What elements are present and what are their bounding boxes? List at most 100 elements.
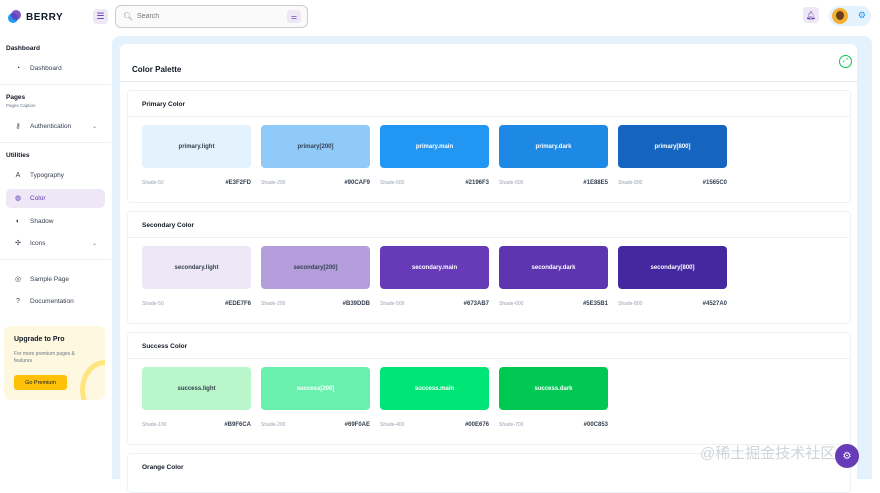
palette-icon: ◍: [14, 194, 22, 202]
upgrade-card: Upgrade to Pro For more premium pages & …: [4, 326, 105, 400]
shade-label: Shade-500: [380, 180, 405, 186]
top-bar: BERRY ☰ 🔍︎ ⚌ 🔔︎ ⚙: [0, 0, 880, 36]
color-swatch[interactable]: success.dark: [499, 367, 608, 410]
section-title: Success Color: [142, 343, 188, 350]
divider: [0, 259, 111, 260]
section-title: Primary Color: [142, 101, 185, 108]
notification-button[interactable]: 🔔︎: [803, 7, 819, 23]
sidebar-item-dashboard[interactable]: ◔ Dashboard: [6, 59, 105, 78]
divider: [128, 116, 850, 117]
hex-value: #673AB7: [463, 301, 489, 307]
upgrade-title: Upgrade to Pro: [14, 336, 65, 343]
shade-label: Shade-200: [261, 180, 286, 186]
sidebar-item-label: Typography: [30, 172, 64, 179]
swatch-meta: Shade-200 #69F0AE: [261, 422, 370, 428]
hex-value: #1E88E5: [583, 180, 608, 186]
color-swatch[interactable]: success[200]: [261, 367, 370, 410]
sidebar-group-title: Pages: [6, 94, 26, 101]
profile-menu[interactable]: ⚙: [829, 6, 871, 26]
shade-label: Shade-400: [380, 422, 405, 428]
color-swatch[interactable]: primary.light: [142, 125, 251, 168]
shade-label: Shade-600: [499, 180, 524, 186]
color-swatch[interactable]: secondary.light: [142, 246, 251, 289]
search-icon: 🔍︎: [123, 11, 134, 21]
swatch-meta: Shade-200 #B39DDB: [261, 301, 370, 307]
sidebar-item-icons[interactable]: ✣ Icons ⌄: [6, 234, 105, 253]
hex-value: #69F0AE: [344, 422, 370, 428]
hex-value: #B39DDB: [342, 301, 370, 307]
help-icon: ?: [16, 297, 20, 305]
sidebar-item-typography[interactable]: A Typography: [6, 166, 105, 185]
palette-section: Success Color success.light Shade-100 #B9F6…: [127, 332, 851, 445]
sidebar-item-documentation[interactable]: ? Documentation: [6, 292, 105, 311]
hex-value: #00E676: [464, 422, 489, 428]
brand-logo[interactable]: BERRY: [8, 8, 63, 26]
swatch-meta: Shade-800 #1565C0: [618, 180, 727, 186]
shade-label: Shade-700: [499, 422, 524, 428]
color-swatch[interactable]: primary[200]: [261, 125, 370, 168]
tune-icon[interactable]: ⚌: [287, 10, 301, 23]
color-swatch-card: primary[800] Shade-800 #1565C0: [618, 125, 728, 193]
swatch-meta: Shade-50 #E3F2FD: [142, 180, 251, 186]
swatch-meta: Shade-100 #B9F6CA: [142, 422, 251, 428]
color-swatch[interactable]: secondary[800]: [618, 246, 727, 289]
hex-value: #E3F2FD: [225, 180, 251, 186]
color-swatch[interactable]: primary[800]: [618, 125, 727, 168]
color-swatch[interactable]: secondary[200]: [261, 246, 370, 289]
divider: [0, 142, 111, 143]
palette-section: Primary Color primary.light Shade-50 #E3F2F…: [127, 90, 851, 203]
swatch-meta: Shade-50 #EDE7F6: [142, 301, 251, 307]
shade-label: Shade-600: [499, 301, 524, 307]
color-swatch[interactable]: secondary.dark: [499, 246, 608, 289]
watermark: @稀土掘金技术社区: [700, 445, 836, 462]
color-swatch[interactable]: primary.main: [380, 125, 489, 168]
section-title: Orange Color: [142, 464, 184, 471]
decorative-arc: [80, 360, 105, 400]
color-swatch[interactable]: success.light: [142, 367, 251, 410]
color-swatch-card: primary.dark Shade-600 #1E88E5: [499, 125, 609, 193]
color-swatch-card: success[200] Shade-200 #69F0AE: [261, 367, 371, 435]
sidebar-item-sample-page[interactable]: ◎ Sample Page: [6, 270, 105, 289]
hex-value: #90CAF9: [344, 180, 370, 186]
sidebar-item-label: Dashboard: [30, 65, 62, 72]
sidebar: Dashboard ◔ Dashboard Pages Pages Captio…: [0, 36, 111, 479]
bell-icon: 🔔︎: [805, 10, 817, 20]
sidebar-item-authentication[interactable]: ⚷ Authentication ⌄: [6, 117, 105, 136]
color-swatch[interactable]: success.main: [380, 367, 489, 410]
color-swatch-card: secondary.light Shade-50 #EDE7F6: [142, 246, 252, 314]
swatch-meta: Shade-500 #2196F3: [380, 180, 489, 186]
color-swatch-card: primary.light Shade-50 #E3F2FD: [142, 125, 252, 193]
hex-value: #5E35B1: [582, 301, 608, 307]
swatch-meta: Shade-200 #90CAF9: [261, 180, 370, 186]
logo-icon: [8, 10, 22, 24]
menu-toggle-button[interactable]: ☰: [93, 9, 108, 24]
go-premium-button[interactable]: Go Premium: [14, 375, 67, 390]
swatch-meta: Shade-600 #1E88E5: [499, 180, 608, 186]
menu-icon: ☰: [96, 11, 105, 21]
color-swatch[interactable]: secondary.main: [380, 246, 489, 289]
key-icon: ⚷: [15, 122, 21, 130]
color-swatch-card: secondary[800] Shade-800 #4527A0: [618, 246, 728, 314]
avatar: [832, 8, 848, 24]
color-swatch-card: secondary[200] Shade-200 #B39DDB: [261, 246, 371, 314]
dashboard-icon: ◔: [15, 64, 21, 72]
customize-fab[interactable]: ⚙: [835, 444, 859, 468]
link-icon[interactable]: ⤢: [839, 55, 852, 68]
brand-name: BERRY: [26, 11, 64, 23]
sidebar-item-shadow[interactable]: ◐ Shadow: [6, 212, 105, 231]
sidebar-group-caption: Pages Caption: [6, 103, 36, 108]
hex-value: #4527A0: [702, 301, 727, 307]
shade-label: Shade-200: [261, 422, 286, 428]
search-box[interactable]: 🔍︎ ⚌: [115, 5, 308, 28]
palette-section: Secondary Color secondary.light Shade-50 #E…: [127, 211, 851, 324]
color-swatch[interactable]: primary.dark: [499, 125, 608, 168]
color-swatch-card: secondary.dark Shade-600 #5E35B1: [499, 246, 609, 314]
section-title: Secondary Color: [142, 222, 195, 229]
sidebar-item-color[interactable]: ◍ Color: [6, 189, 105, 208]
swatch-meta: Shade-400 #00E676: [380, 422, 489, 428]
search-input[interactable]: [137, 13, 277, 20]
sidebar-item-label: Icons: [30, 240, 46, 247]
sidebar-item-label: Shadow: [30, 218, 54, 225]
settings-icon: ⚙: [842, 450, 852, 462]
swatch-meta: Shade-500 #673AB7: [380, 301, 489, 307]
